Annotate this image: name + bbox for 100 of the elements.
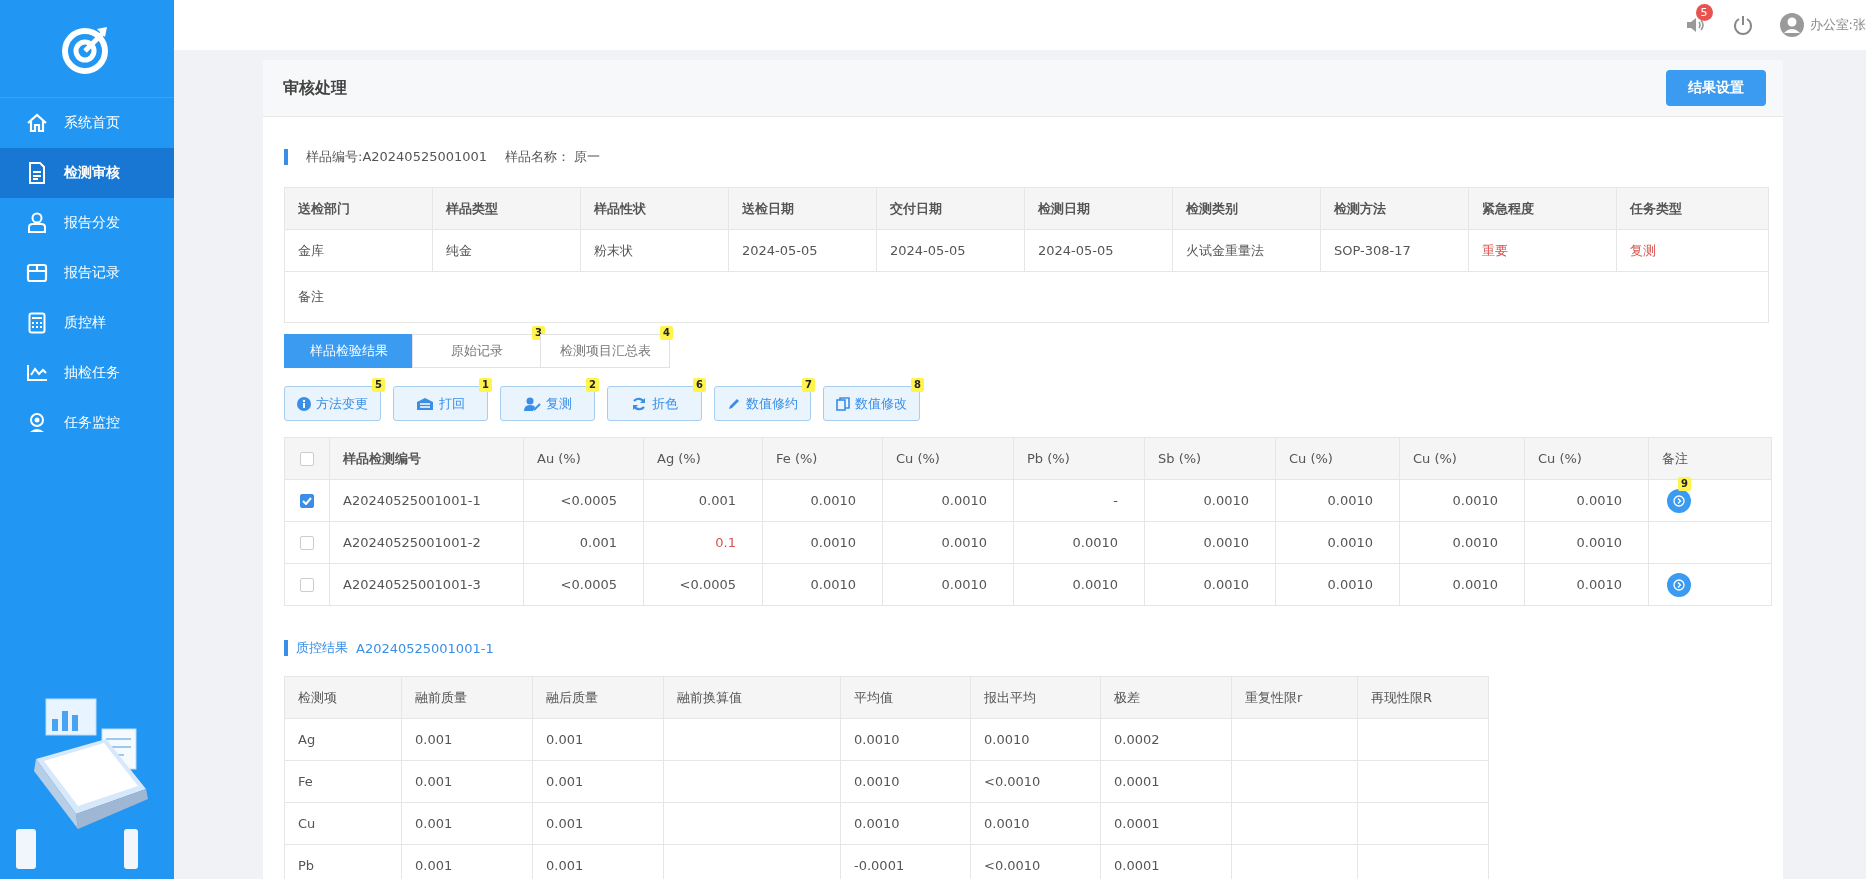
- table-cell: 0.0001: [1101, 803, 1232, 845]
- column-header: Cu (%): [1525, 438, 1649, 480]
- line-chart-icon: [26, 364, 48, 382]
- table-cell: 0.0010: [1400, 564, 1525, 606]
- table-cell: 0.001: [644, 480, 763, 522]
- table-cell: A20240525001001-2: [330, 522, 524, 564]
- table-cell: 0.0010: [841, 719, 971, 761]
- column-header: 任务类型: [1617, 188, 1769, 230]
- table-cell: 0.0010: [1145, 480, 1276, 522]
- row-checkbox[interactable]: [300, 535, 314, 550]
- table-cell: Pb: [285, 845, 402, 879]
- speaker-icon: [1685, 16, 1706, 34]
- callout-number: 4: [660, 326, 673, 340]
- table-cell: -: [1014, 480, 1145, 522]
- sample-name: 样品名称： 原一: [505, 148, 601, 166]
- sidebar-item[interactable]: 报告分发: [0, 198, 174, 248]
- table-cell: 0.0010: [971, 719, 1101, 761]
- row-checkbox[interactable]: [300, 493, 314, 508]
- table-cell: <0.0005: [644, 564, 763, 606]
- column-header: 送检部门: [285, 188, 433, 230]
- table-cell: Cu: [285, 803, 402, 845]
- callout-number: 2: [586, 378, 599, 392]
- sidebar-item[interactable]: 系统首页: [0, 98, 174, 148]
- column-header: 检测类别: [1173, 188, 1321, 230]
- callout-number: 7: [802, 378, 815, 392]
- refresh-icon: [631, 395, 647, 412]
- table-cell: 0.0010: [1276, 522, 1400, 564]
- table-cell: 0.0001: [1101, 845, 1232, 879]
- chevron-right-icon: [1673, 578, 1685, 591]
- column-header: 样品类型: [433, 188, 581, 230]
- select-all-checkbox[interactable]: [300, 451, 314, 466]
- table-cell: A20240525001001-1: [330, 480, 524, 522]
- table-cell: 0.0010: [883, 564, 1014, 606]
- table-cell: 0.0002: [1101, 719, 1232, 761]
- table-cell: 0.0010: [1525, 480, 1649, 522]
- column-header: 样品性状: [581, 188, 729, 230]
- sidebar-item[interactable]: 质控样: [0, 298, 174, 348]
- table-cell: 0.0010: [841, 803, 971, 845]
- table-cell: 0.0010: [1145, 522, 1276, 564]
- result-settings-button[interactable]: 结果设置: [1666, 70, 1766, 106]
- column-header: 平均值: [841, 677, 971, 719]
- table-cell: <0.0010: [971, 845, 1101, 879]
- table-cell: 0.0010: [1525, 564, 1649, 606]
- sidebar-item[interactable]: 检测审核: [0, 148, 174, 198]
- table-cell: 0.0010: [1276, 480, 1400, 522]
- table-cell: 0.001: [524, 522, 644, 564]
- sample-number: 样品编号:A20240525001001: [306, 148, 488, 166]
- column-header: Au (%): [524, 438, 644, 480]
- column-header: Sb (%): [1145, 438, 1276, 480]
- sidebar-item[interactable]: 抽检任务: [0, 348, 174, 398]
- note-button[interactable]: [1667, 572, 1691, 597]
- table-cell: 0.0010: [841, 761, 971, 803]
- user-name[interactable]: 办公室:张: [1809, 16, 1866, 34]
- document-icon: [26, 162, 48, 184]
- callout-number: 1: [479, 378, 492, 392]
- table-cell: 0.0010: [763, 522, 883, 564]
- column-header: 融前换算值: [664, 677, 841, 719]
- column-header: 检测项: [285, 677, 402, 719]
- table-cell: 0.0001: [1101, 761, 1232, 803]
- table-cell: 2024-05-05: [729, 230, 877, 272]
- table-cell: 0.001: [402, 803, 533, 845]
- column-header: 紧急程度: [1469, 188, 1617, 230]
- qc-section-title: 质控结果: [296, 639, 348, 657]
- table-cell: 0.001: [533, 761, 664, 803]
- table-cell: 0.0010: [1400, 480, 1525, 522]
- column-header: Ag (%): [644, 438, 763, 480]
- user-pen-icon: [523, 396, 541, 411]
- column-header: 报出平均: [971, 677, 1101, 719]
- table-cell: 2024-05-05: [1025, 230, 1173, 272]
- table-cell: <0.0005: [524, 480, 644, 522]
- home-icon: [26, 113, 48, 133]
- callout-number: 5: [372, 378, 385, 392]
- table-cell: 0.0010: [1014, 522, 1145, 564]
- power-icon[interactable]: [1731, 14, 1754, 36]
- table-cell: 0.0010: [971, 803, 1101, 845]
- column-header: 融后质量: [533, 677, 664, 719]
- table-cell: 0.0010: [883, 480, 1014, 522]
- sidebar-item[interactable]: 报告记录: [0, 248, 174, 298]
- table-cell: 2024-05-05: [877, 230, 1025, 272]
- row-checkbox[interactable]: [300, 577, 314, 592]
- table-cell: 0.0010: [763, 480, 883, 522]
- table-cell: Fe: [285, 761, 402, 803]
- note-button[interactable]: [1667, 488, 1691, 513]
- table-cell: 0.0010: [763, 564, 883, 606]
- table-cell: 0.001: [533, 803, 664, 845]
- table-cell: 0.001: [533, 719, 664, 761]
- table-cell: Ag: [285, 719, 402, 761]
- info-icon: [297, 396, 311, 411]
- table-cell: 复测: [1617, 230, 1769, 272]
- column-header: Cu (%): [1400, 438, 1525, 480]
- table-cell: 0.0010: [1276, 564, 1400, 606]
- table-cell: 0.0010: [1145, 564, 1276, 606]
- column-header: 重复性限r: [1232, 677, 1358, 719]
- callout-number: 8: [911, 378, 924, 392]
- column-header: 检测方法: [1321, 188, 1469, 230]
- tab[interactable]: 样品检验结果: [284, 334, 414, 368]
- table-cell: -0.0001: [841, 845, 971, 879]
- column-header: 备注: [1649, 438, 1772, 480]
- user-avatar-icon: [1779, 13, 1804, 37]
- sidebar-item[interactable]: 任务监控: [0, 398, 174, 448]
